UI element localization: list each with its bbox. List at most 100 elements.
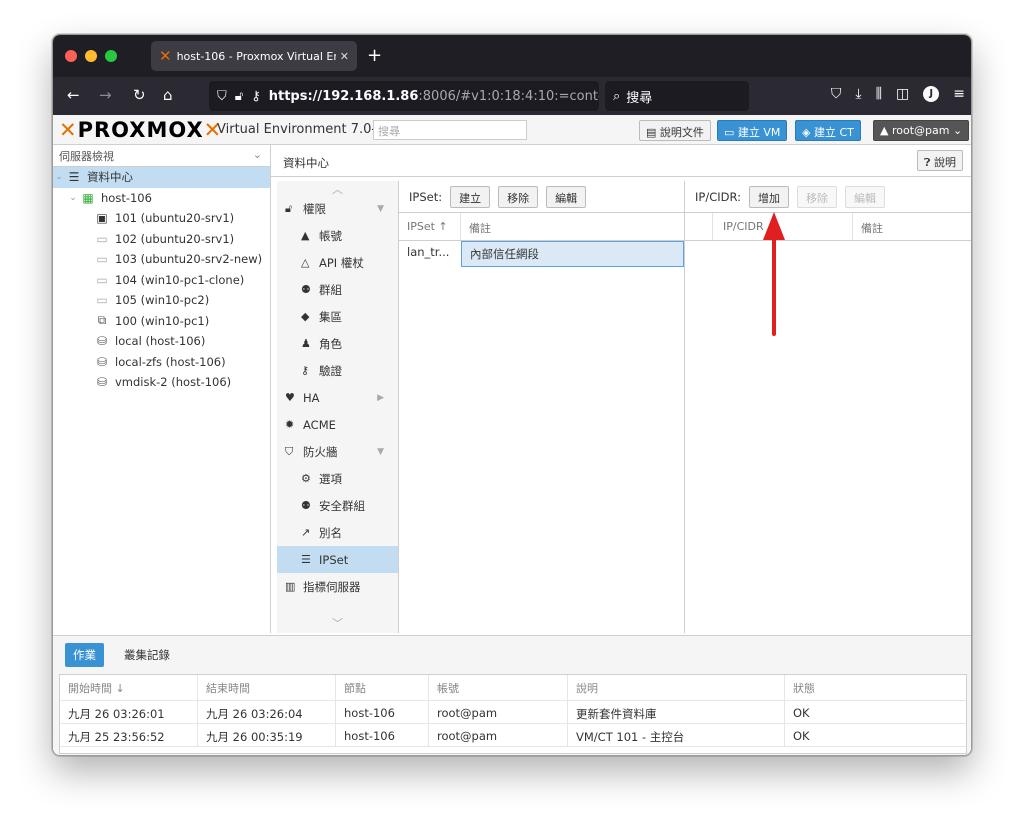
tree-item-vm-105[interactable]: ▭ 105 (win10-pc2) [53,290,270,311]
col-node[interactable]: 節點 [336,675,429,700]
view-selector[interactable]: 伺服器檢視 ⌄ [53,145,270,167]
proxmox-logo: ✕PROXMOX✕ [59,118,223,142]
cell-start-time: 九月 25 23:56:52 [60,724,198,746]
col-description[interactable]: 說明 [568,675,785,700]
cell-description: VM/CT 101 - 主控台 [568,724,785,746]
tree-item-storage-local[interactable]: ⛁ local (host-106) [53,331,270,352]
col-end-time[interactable]: 結束時間 [198,675,336,700]
docs-button[interactable]: ▤ 說明文件 [639,120,711,141]
ipcidr-grid: IP/CIDR: 增加 移除 編輯 IP/CIDR 備註 [685,181,971,633]
menu-scroll-down-icon[interactable]: ﹀ [277,615,398,630]
close-window-button[interactable] [65,50,77,62]
menu-item-api-tokens[interactable]: △ API 權杖 [277,249,398,276]
url-bar[interactable]: ⛉ 🔓︎ ⚷ https://192.168.1.86 :8006/#v1:0:… [209,81,599,111]
ipcidr-edit-button[interactable]: 編輯 [845,185,885,208]
col-start-time[interactable]: 開始時間 ↓ [60,675,198,700]
col-status[interactable]: 狀態 [785,675,966,700]
menu-item-metric-server[interactable]: ▥ 指標伺服器 [277,573,398,600]
menu-item-label: 別名 [319,525,342,540]
url-host: https://192.168.1.86 [268,88,419,104]
menu-item-acme[interactable]: ✹ ACME [277,411,398,438]
lock-warning-icon[interactable]: 🔓︎ [235,89,243,104]
cell-status: OK [793,706,810,720]
reload-icon[interactable]: ↻ [133,86,146,104]
minimize-window-button[interactable] [85,50,97,62]
cell-end-time: 九月 26 00:35:19 [198,724,336,746]
user-menu-button[interactable]: ▲ root@pam ⌄ [873,120,970,141]
menu-item-realms[interactable]: ⚷ 驗證 [277,357,398,384]
create-vm-button[interactable]: ▭ 建立 VM [717,120,788,141]
tree-item-node[interactable]: ⌄ ▦ host-106 [53,188,270,209]
tree-item-storage-local-zfs[interactable]: ⛁ local-zfs (host-106) [53,352,270,373]
tree-item-vm-102[interactable]: ▭ 102 (ubuntu20-srv1) [53,229,270,250]
menu-scroll-up-icon[interactable]: ︿ [277,181,398,196]
menu-item-ipset[interactable]: ☰ IPSet [277,546,398,573]
tree-item-datacenter[interactable]: ⌄ ☰ 資料中心 [53,167,270,188]
pocket-icon[interactable]: ⛉ [831,86,842,102]
view-selector-label: 伺服器檢視 [59,150,114,163]
male-icon: ♟ [301,337,311,350]
vm-icon: ▭ [96,272,108,287]
help-button[interactable]: ❓︎ 說明 [916,150,963,171]
menu-item-pools[interactable]: ◆ 集區 [277,303,398,330]
ipset-comment-cell[interactable]: 內部信任網段 [461,241,684,267]
tree-item-vm-101[interactable]: ▣ 101 (ubuntu20-srv1) [53,208,270,229]
col-ipset-comment[interactable]: 備註 [461,213,684,240]
ipcidr-add-button[interactable]: 增加 [749,185,789,208]
menu-item-groups[interactable]: ⚉ 群組 [277,276,398,303]
ipset-remove-button[interactable]: 移除 [498,185,539,208]
forward-icon[interactable]: → [99,86,112,104]
ipset-name-cell[interactable]: lan_tr... [399,241,461,267]
menu-item-label: 集區 [319,309,342,324]
create-ct-label: 建立 CT [813,126,854,139]
tab-close-icon[interactable]: ✕ [340,50,349,63]
tree-item-storage-vmdisk-2[interactable]: ⛁ vmdisk-2 (host-106) [53,372,270,393]
table-row[interactable]: 九月 25 23:56:52 九月 26 00:35:19 host-106 r… [60,724,966,747]
breadcrumb: 資料中心 ❓︎ 說明 [271,145,971,177]
tree-item-vm-104[interactable]: ▭ 104 (win10-pc1-clone) [53,270,270,291]
cell-user: root@pam [429,701,568,723]
menu-item-label: 防火牆 [303,444,338,459]
menu-item-roles[interactable]: ♟ 角色 [277,330,398,357]
header-search-input[interactable]: 搜尋 [373,120,527,140]
new-tab-icon[interactable]: + [367,45,382,66]
menu-item-firewall-options[interactable]: ⚙ 選項 [277,465,398,492]
maximize-window-button[interactable] [105,50,117,62]
col-user[interactable]: 帳號 [429,675,568,700]
table-row[interactable]: 九月 26 03:26:01 九月 26 03:26:04 host-106 r… [60,701,966,724]
ipset-create-button[interactable]: 建立 [450,185,491,208]
menu-item-ha[interactable]: ♥ HA ▶ [277,384,398,411]
col-ip-cidr[interactable]: IP/CIDR [713,213,853,240]
chevron-right-icon: ▶ [377,392,384,403]
back-icon[interactable]: ← [67,86,80,104]
ipcidr-remove-button[interactable]: 移除 [797,185,837,208]
menu-item-aliases[interactable]: ↗ 別名 [277,519,398,546]
col-nomatch[interactable] [685,213,713,240]
ipcidr-grid-header: IP/CIDR 備註 [685,213,971,241]
library-icon[interactable]: ⫼ [876,86,882,102]
ipset-edit-button[interactable]: 編輯 [546,185,587,208]
tree-item-template-100[interactable]: ⧉ 100 (win10-pc1) [53,311,270,332]
tree-item-vm-103[interactable]: ▭ 103 (ubuntu20-srv2-new) [53,249,270,270]
browser-search-bar[interactable]: ⌕ 搜尋 [605,81,749,111]
tree-item-label: 資料中心 [87,170,133,185]
menu-item-security-groups[interactable]: ⚉ 安全群組 [277,492,398,519]
col-ipcidr-comment[interactable]: 備註 [853,213,971,240]
table-row[interactable]: lan_tr... 內部信任網段 [399,241,684,267]
home-icon[interactable]: ⌂ [163,86,173,104]
browser-tab[interactable]: ✕ host-106 - Proxmox Virtual Envir ✕ [151,41,357,71]
menu-item-label: 安全群組 [319,498,365,513]
sidebar-icon[interactable]: ◫ [896,86,909,102]
download-icon[interactable]: ⤓ [855,86,861,102]
account-avatar-icon[interactable]: J [923,86,940,102]
proxmox-logo-text: PROXMOX [77,118,204,142]
menu-icon[interactable]: ≡ [953,86,965,102]
col-ipset-name[interactable]: IPSet ↑ [399,213,461,240]
menu-item-users[interactable]: ▲ 帳號 [277,222,398,249]
tab-cluster-log[interactable]: 叢集記錄 [116,643,178,667]
menu-item-permissions[interactable]: 🔓︎ 權限 ▼ [277,195,398,222]
menu-item-firewall[interactable]: ⛉ 防火牆 ▼ [277,438,398,465]
tab-tasks[interactable]: 作業 [65,643,104,667]
create-ct-button[interactable]: ◈ 建立 CT [795,120,861,141]
key-icon: ⚷ [301,364,310,377]
